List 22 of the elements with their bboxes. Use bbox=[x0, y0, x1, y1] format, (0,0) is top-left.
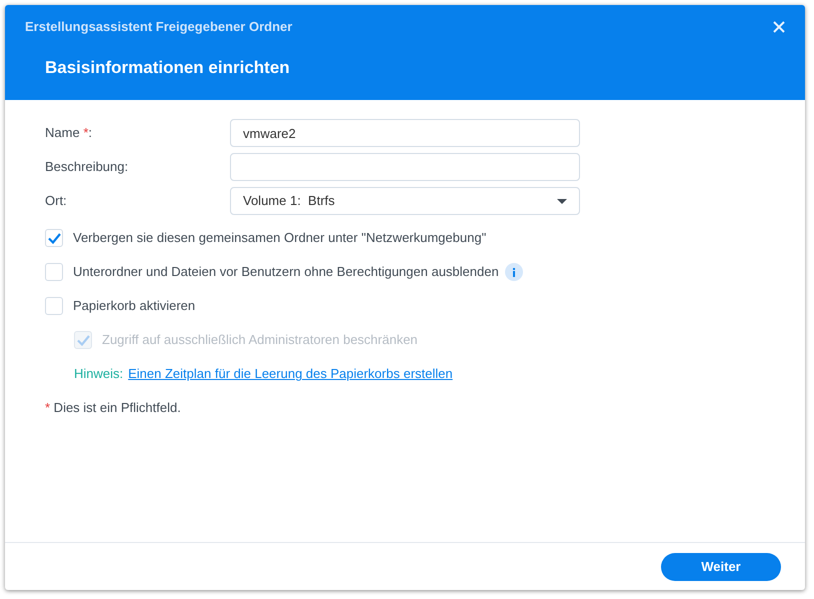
input-field[interactable] bbox=[230, 153, 580, 181]
info-icon[interactable] bbox=[504, 263, 523, 281]
checkbox[interactable] bbox=[45, 263, 63, 281]
checkbox[interactable] bbox=[45, 297, 63, 315]
field-label: Beschreibung: bbox=[45, 158, 130, 176]
caret-icon bbox=[557, 198, 567, 204]
step-heading: Basisinformationen einrichten bbox=[45, 56, 290, 78]
location-dropdown[interactable]: Volume 1: Btrfs bbox=[230, 187, 580, 215]
window-title: Erstellungsassistent Freigegebener Ordner bbox=[25, 18, 292, 36]
checkbox-label: Zugriff auf ausschließlich Administratoren beschränken bbox=[102, 331, 418, 350]
schedule-link[interactable]: Einen Zeitplan für die Leerung des Papierkorbs erstellen bbox=[128, 364, 453, 384]
close-icon[interactable] bbox=[773, 20, 785, 33]
checkbox-label: Verbergen sie diesen gemeinsamen Ordner unter "Netzwerkumgebung" bbox=[73, 229, 486, 248]
next-button[interactable]: Weiter bbox=[661, 552, 781, 580]
input-field[interactable]: vmware2 bbox=[230, 119, 580, 147]
checkbox-label: Unterordner und Dateien vor Benutzern ohne Berechtigungen ausblenden bbox=[73, 263, 499, 282]
checkbox-label: Papierkorb aktivieren bbox=[73, 297, 196, 316]
required-note: * Dies ist ein Pflichtfeld. bbox=[45, 399, 181, 418]
checkbox[interactable] bbox=[45, 229, 63, 247]
field-label: Name *: bbox=[45, 124, 93, 142]
hint-label: Hinweis: bbox=[74, 365, 124, 384]
field-label: Ort: bbox=[45, 192, 68, 210]
